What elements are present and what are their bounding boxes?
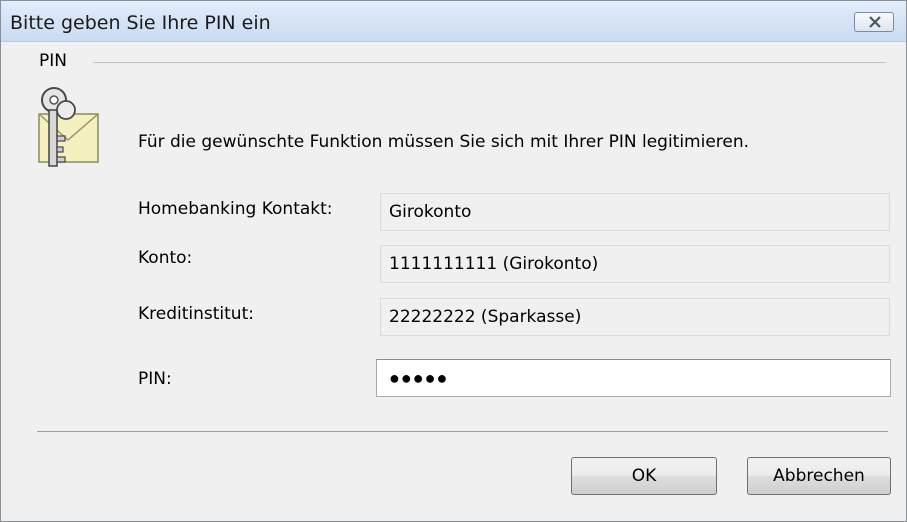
bank-field: 22222222 (Sparkasse) (380, 298, 890, 336)
instruction-text: Für die gewünschte Funktion müssen Sie s… (138, 132, 750, 152)
pin-label: PIN: (138, 369, 172, 389)
button-separator (37, 431, 888, 432)
bank-label: Kreditinstitut: (138, 304, 254, 324)
pin-dialog: Bitte geben Sie Ihre PIN ein PIN Für die… (0, 0, 907, 522)
dialog-title: Bitte geben Sie Ihre PIN ein (10, 12, 271, 34)
close-button[interactable] (854, 12, 894, 32)
account-label: Konto: (138, 248, 193, 268)
account-field: 1111111111 (Girokonto) (380, 245, 890, 283)
close-icon (869, 16, 881, 28)
cancel-button[interactable]: Abbrechen (747, 457, 891, 495)
contact-field: Girokonto (380, 193, 890, 231)
pin-input[interactable]: ●●●●● (376, 359, 891, 397)
group-label: PIN (39, 51, 67, 71)
group-separator (93, 62, 886, 63)
ok-button[interactable]: OK (571, 457, 717, 495)
title-bar: Bitte geben Sie Ihre PIN ein (1, 1, 906, 42)
contact-label: Homebanking Kontakt: (138, 199, 333, 219)
key-envelope-icon (37, 80, 99, 180)
